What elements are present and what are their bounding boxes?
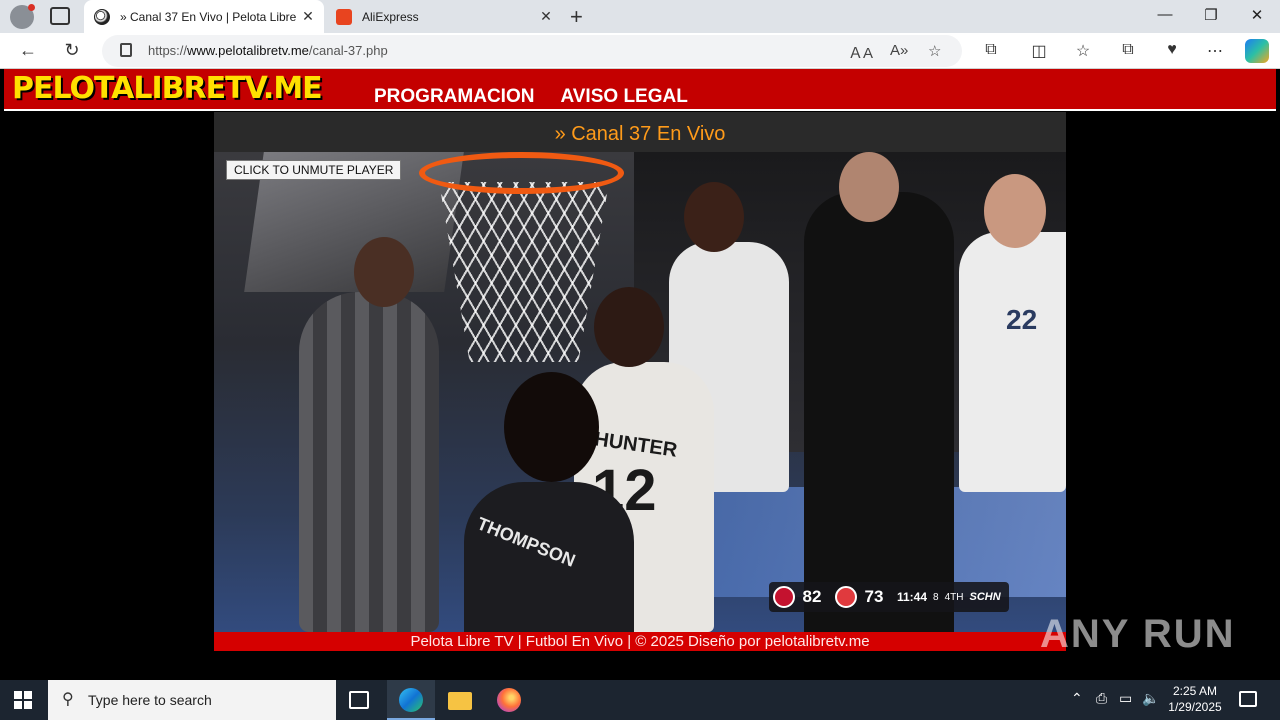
profile-avatar-icon[interactable] bbox=[10, 4, 35, 29]
referee bbox=[299, 292, 439, 632]
player-12-head bbox=[594, 287, 664, 367]
back-icon[interactable]: ← bbox=[16, 40, 40, 61]
copilot-icon[interactable] bbox=[1245, 39, 1269, 63]
basketball-net bbox=[439, 182, 609, 362]
taskbar: ⚲ Type here to search ⌃ ⎙ ▭ 🔈 2:25 AM 1/… bbox=[0, 680, 1280, 720]
coach bbox=[804, 192, 954, 632]
windows-start-icon[interactable] bbox=[14, 691, 32, 709]
collections-icon[interactable]: ⧉ bbox=[1116, 41, 1140, 59]
soccer-ball-icon bbox=[94, 8, 110, 25]
channel-title: » Canal 37 En Vivo bbox=[214, 112, 1066, 152]
lock-icon[interactable] bbox=[120, 43, 132, 57]
menu-item-programacion[interactable]: PROGRAMACION bbox=[374, 86, 534, 108]
shot-clock: 8 bbox=[933, 591, 939, 603]
tab-title: AliExpress bbox=[362, 9, 419, 24]
volume-icon[interactable]: 🔈 bbox=[1142, 690, 1159, 707]
period: 4TH bbox=[944, 591, 964, 603]
network-logo: SCHN bbox=[969, 591, 1001, 603]
away-score: 73 bbox=[864, 587, 884, 606]
minimize-icon[interactable]: — bbox=[1150, 6, 1180, 23]
device-icon[interactable]: ⎙ bbox=[1096, 690, 1107, 707]
task-view-icon[interactable] bbox=[349, 691, 369, 709]
split-screen-icon[interactable]: ◫ bbox=[1027, 41, 1051, 61]
translate-icon[interactable]: ＡA bbox=[848, 42, 873, 63]
clock-time: 2:25 AM bbox=[1172, 684, 1218, 698]
extensions-icon[interactable]: ⧉ bbox=[979, 41, 1003, 59]
favorite-star-icon[interactable]: ☆ bbox=[928, 42, 941, 60]
tab-aliexpress[interactable]: AliExpress ✕ bbox=[326, 0, 562, 33]
close-tab-icon[interactable]: ✕ bbox=[298, 8, 318, 25]
browser-essentials-icon[interactable]: ♥ bbox=[1160, 41, 1184, 59]
main-content: » Canal 37 En Vivo 22 HUNTER 12 THOMPSON… bbox=[214, 112, 1066, 651]
clock-date: 1/29/2025 bbox=[1168, 700, 1222, 714]
bench-player-head bbox=[684, 182, 744, 252]
aliexpress-icon bbox=[336, 8, 352, 25]
jersey-number-22: 22 bbox=[1006, 304, 1038, 335]
video-player[interactable]: 22 HUNTER 12 THOMPSON CLICK TO UNMUTE PL… bbox=[214, 152, 1066, 632]
coach-head bbox=[839, 152, 899, 222]
site-footer: Pelota Libre TV | Futbol En Vivo | © 202… bbox=[214, 632, 1066, 651]
more-options-icon[interactable]: ⋯ bbox=[1203, 41, 1227, 61]
chevron-up-icon[interactable]: ⌃ bbox=[1071, 690, 1083, 707]
tab-strip: » Canal 37 En Vivo | Pelota Libre T ✕ Al… bbox=[0, 0, 1280, 33]
search-placeholder: Type here to search bbox=[88, 692, 212, 708]
new-tab-button[interactable]: + bbox=[570, 4, 583, 30]
basketball-rim bbox=[419, 152, 624, 194]
system-clock[interactable]: 2:25 AM 1/29/2025 bbox=[1160, 683, 1230, 715]
close-window-icon[interactable]: ✕ bbox=[1242, 6, 1272, 24]
referee-head bbox=[354, 237, 414, 307]
main-menu: PROGRAMACION AVISO LEGAL bbox=[374, 86, 688, 108]
home-score: 82 bbox=[802, 587, 822, 606]
site-logo[interactable]: PELOTALIBRETV.ME bbox=[12, 71, 323, 106]
bench-player-22 bbox=[959, 232, 1066, 492]
file-explorer-icon[interactable] bbox=[448, 692, 472, 710]
scorebug: 82 73 11:44 8 4TH SCHN bbox=[769, 582, 1009, 612]
firefox-icon[interactable] bbox=[497, 688, 521, 712]
bench-player-22-head bbox=[984, 174, 1046, 248]
url-text[interactable]: https://www.pelotalibretv.me/canal-37.ph… bbox=[148, 43, 388, 58]
restore-icon[interactable]: ❐ bbox=[1196, 6, 1226, 24]
notification-icon[interactable] bbox=[1239, 691, 1257, 707]
close-tab-icon[interactable]: ✕ bbox=[536, 8, 556, 25]
tab-title: » Canal 37 En Vivo | Pelota Libre T bbox=[120, 9, 298, 24]
tab-canal-37[interactable]: » Canal 37 En Vivo | Pelota Libre T ✕ bbox=[84, 0, 324, 33]
address-bar[interactable]: https://www.pelotalibretv.me/canal-37.ph… bbox=[102, 35, 962, 67]
refresh-icon[interactable]: ↻ bbox=[60, 40, 84, 61]
game-clock: 11:44 bbox=[897, 590, 928, 604]
edge-icon[interactable] bbox=[399, 688, 423, 712]
rockets-logo-icon bbox=[773, 586, 795, 608]
network-icon[interactable]: ▭ bbox=[1119, 690, 1132, 707]
read-aloud-icon[interactable]: A» bbox=[890, 42, 908, 59]
unmute-button[interactable]: CLICK TO UNMUTE PLAYER bbox=[226, 160, 402, 180]
favorites-icon[interactable]: ☆ bbox=[1071, 41, 1095, 61]
hawks-logo-icon bbox=[835, 586, 857, 608]
front-player-head bbox=[504, 372, 599, 482]
anyrun-watermark: ANY RUN bbox=[1040, 612, 1236, 656]
taskbar-search[interactable]: ⚲ Type here to search bbox=[48, 680, 336, 720]
tab-actions-icon[interactable] bbox=[50, 7, 70, 25]
menu-item-aviso-legal[interactable]: AVISO LEGAL bbox=[560, 86, 687, 108]
site-header: PELOTALIBRETV.ME PROGRAMACION AVISO LEGA… bbox=[4, 69, 1276, 111]
search-icon: ⚲ bbox=[62, 691, 74, 708]
